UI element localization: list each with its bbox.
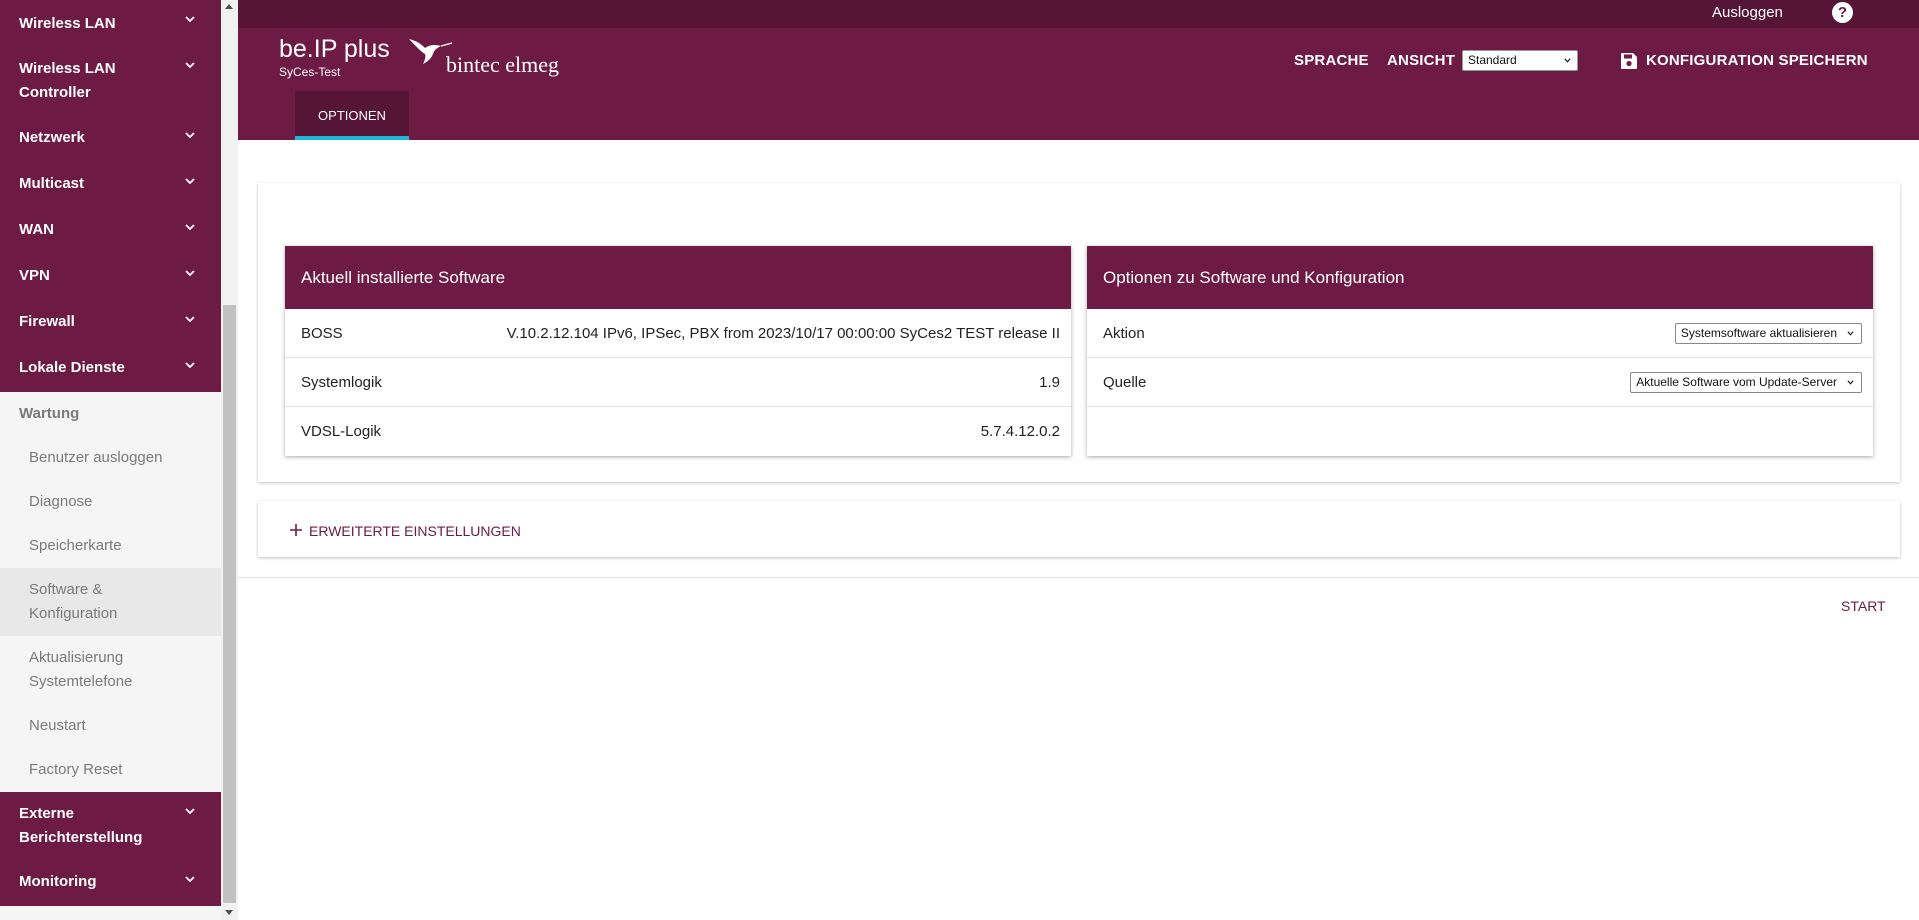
sidebar-subitem-benutzer-ausloggen[interactable]: Benutzer ausloggen xyxy=(0,436,221,480)
top-bar xyxy=(238,0,1919,28)
sidebar-item-label: WAN xyxy=(19,221,54,238)
table-row: Quelle Aktuelle Software vom Update-Serv… xyxy=(1087,358,1873,407)
source-select[interactable]: Aktuelle Software vom Update-Server xyxy=(1630,372,1862,393)
sidebar-item-label: Aktualisierung Systemtelefone xyxy=(29,649,133,690)
sidebar-item-label: Wireless LAN xyxy=(19,15,116,32)
chevron-down-icon xyxy=(185,224,195,231)
sidebar-item-label: Lokale Dienste xyxy=(19,359,125,376)
chevron-down-icon xyxy=(185,16,195,23)
row-label: Systemlogik xyxy=(301,374,382,391)
source-select-value: Aktuelle Software vom Update-Server xyxy=(1636,375,1837,389)
chevron-down-icon xyxy=(185,62,195,69)
sidebar-item-label: Firewall xyxy=(19,313,75,330)
chevron-down-icon xyxy=(185,808,195,815)
view-select[interactable]: Standard xyxy=(1462,50,1578,71)
sidebar: Wireless LAN Wireless LAN Controller Net… xyxy=(0,0,221,920)
table-row-empty xyxy=(1087,407,1873,456)
sidebar-item-label: Monitoring xyxy=(19,873,97,890)
sidebar-subitem-software-konfiguration[interactable]: Software & Konfiguration xyxy=(0,568,221,636)
advanced-settings-toggle[interactable]: ERWEITERTE EINSTELLUNGEN xyxy=(309,522,521,540)
action-label: Aktion xyxy=(1103,325,1145,342)
language-menu-button[interactable]: SPRACHE xyxy=(1294,52,1369,70)
scroll-down-arrow-icon[interactable] xyxy=(225,910,233,915)
sidebar-subitem-neustart[interactable]: Neustart xyxy=(0,704,221,748)
help-icon[interactable]: ? xyxy=(1832,2,1853,23)
row-label: VDSL-Logik xyxy=(301,423,382,440)
chevron-down-icon xyxy=(185,362,195,369)
logout-link[interactable]: Ausloggen xyxy=(1712,3,1783,23)
sidebar-item-label: VPN xyxy=(19,267,50,284)
floppy-disk-icon[interactable] xyxy=(1620,52,1638,70)
chevron-down-icon xyxy=(185,876,195,883)
device-name: SyCes-Test xyxy=(279,65,341,79)
sidebar-item-wireless-lan[interactable]: Wireless LAN xyxy=(0,0,221,46)
sidebar-item-netzwerk[interactable]: Netzwerk xyxy=(0,116,221,162)
action-select-value: Systemsoftware aktualisieren xyxy=(1680,326,1837,340)
sidebar-item-label: Wartung xyxy=(19,405,80,422)
sidebar-subitem-speicherkarte[interactable]: Speicherkarte xyxy=(0,524,221,568)
table-row: VDSL-Logik 5.7.4.12.0.2 xyxy=(285,407,1071,456)
sidebar-item-label: Netzwerk xyxy=(19,129,85,146)
header xyxy=(238,28,1919,140)
sidebar-item-wartung[interactable]: Wartung xyxy=(0,392,221,436)
sidebar-item-label: Software & Konfiguration xyxy=(29,581,118,622)
divider xyxy=(238,577,1919,578)
table-row: Aktion Systemsoftware aktualisieren xyxy=(1087,309,1873,358)
software-options-panel: Optionen zu Software und Konfiguration A… xyxy=(1087,246,1873,456)
row-value: 1.9 xyxy=(1039,374,1060,391)
sidebar-item-wireless-lan-controller[interactable]: Wireless LAN Controller xyxy=(0,46,221,116)
brand-logo: bintec elmeg xyxy=(446,52,560,77)
scroll-up-arrow-icon[interactable] xyxy=(225,4,233,9)
sidebar-item-vpn[interactable]: VPN xyxy=(0,254,221,300)
plus-icon[interactable] xyxy=(289,523,303,537)
chevron-down-icon xyxy=(1847,331,1854,336)
row-value: 5.7.4.12.0.2 xyxy=(980,423,1060,440)
chevron-down-icon xyxy=(1847,380,1854,385)
chevron-down-icon xyxy=(185,132,195,139)
table-row: BOSS V.10.2.12.104 IPv6, IPSec, PBX from… xyxy=(285,309,1071,358)
row-value: V.10.2.12.104 IPv6, IPSec, PBX from 2023… xyxy=(506,325,1060,342)
sidebar-item-externe-berichterstellung[interactable]: Externe Berichterstellung xyxy=(0,792,221,860)
sidebar-item-multicast[interactable]: Multicast xyxy=(0,162,221,208)
action-select[interactable]: Systemsoftware aktualisieren xyxy=(1674,323,1862,344)
installed-software-panel: Aktuell installierte Software BOSS V.10.… xyxy=(285,246,1071,456)
chevron-down-icon xyxy=(1564,58,1571,63)
chevron-down-icon xyxy=(185,316,195,323)
table-row: Systemlogik 1.9 xyxy=(285,358,1071,407)
save-configuration-button[interactable]: KONFIGURATION SPEICHERN xyxy=(1646,52,1868,70)
sidebar-subitem-diagnose[interactable]: Diagnose xyxy=(0,480,221,524)
sidebar-item-label: Wireless LAN Controller xyxy=(19,60,116,101)
sidebar-subitem-factory-reset[interactable]: Factory Reset xyxy=(0,748,221,792)
product-name: be.IP plus xyxy=(279,35,390,63)
sidebar-item-wan[interactable]: WAN xyxy=(0,208,221,254)
tab-optionen[interactable]: OPTIONEN xyxy=(295,91,409,140)
sidebar-item-label: Multicast xyxy=(19,175,85,192)
source-label: Quelle xyxy=(1103,374,1147,391)
sidebar-item-label: Externe Berichterstellung xyxy=(19,805,143,846)
sidebar-item-lokale-dienste[interactable]: Lokale Dienste xyxy=(0,346,221,392)
installed-software-title: Aktuell installierte Software xyxy=(285,246,1071,309)
scrollbar-thumb[interactable] xyxy=(223,305,236,903)
view-label: ANSICHT xyxy=(1387,52,1456,69)
view-select-value: Standard xyxy=(1468,53,1517,67)
sidebar-subitem-aktualisierung-systemtelefone[interactable]: Aktualisierung Systemtelefone xyxy=(0,636,221,704)
chevron-down-icon xyxy=(185,270,195,277)
sidebar-scrollbar[interactable] xyxy=(221,0,238,920)
sidebar-item-firewall[interactable]: Firewall xyxy=(0,300,221,346)
row-label: BOSS xyxy=(301,325,343,342)
software-options-title: Optionen zu Software und Konfiguration xyxy=(1087,246,1873,309)
start-button[interactable]: START xyxy=(1841,597,1886,615)
sidebar-item-monitoring[interactable]: Monitoring xyxy=(0,860,221,906)
chevron-down-icon xyxy=(185,178,195,185)
